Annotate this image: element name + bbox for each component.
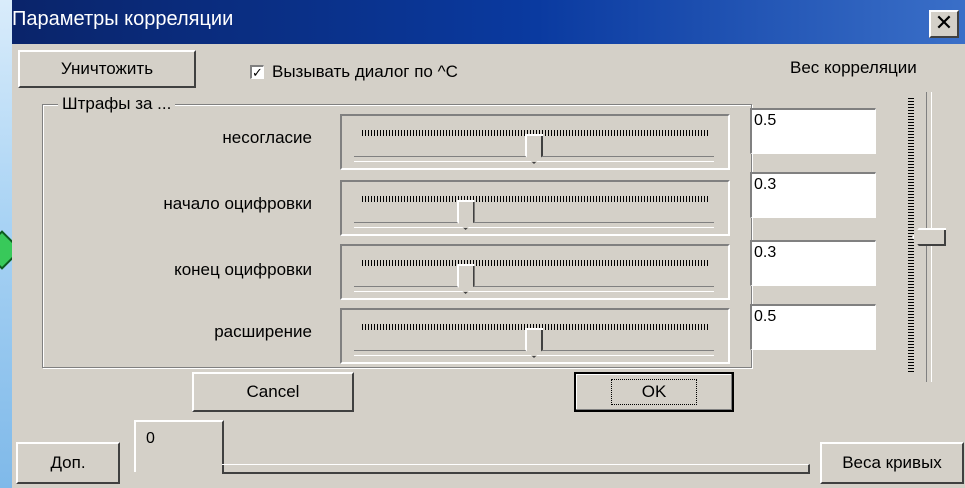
penalty-label-disagreement: несогласие xyxy=(222,128,312,147)
penalty-slider-expansion[interactable] xyxy=(340,308,730,364)
penalty-label-digitize-end: конец оцифровки xyxy=(174,260,312,279)
show-dialog-checkbox-row[interactable]: ✓ Вызывать диалог по ^C xyxy=(250,62,458,82)
penalty-value-digitize-end[interactable]: 0.3 xyxy=(750,240,876,286)
penalties-group-title: Штрафы за ... xyxy=(58,94,176,114)
tab-strip-border xyxy=(222,464,810,474)
title-bar[interactable]: Параметры корреляции ✕ xyxy=(12,0,965,44)
ok-button-label: OK xyxy=(610,379,698,405)
tab-strip: 0 xyxy=(134,420,810,474)
slider-ticks xyxy=(362,196,708,202)
show-dialog-checkbox-label: Вызывать диалог по ^C xyxy=(272,62,458,81)
penalty-slider-digitize-end[interactable] xyxy=(340,244,730,300)
close-button[interactable]: ✕ xyxy=(929,10,959,38)
cancel-button[interactable]: Cancel xyxy=(192,372,354,412)
destroy-button[interactable]: Уничтожить xyxy=(18,50,196,88)
slider-track xyxy=(354,286,714,292)
tab-0[interactable]: 0 xyxy=(134,420,224,472)
penalty-slider-disagreement[interactable] xyxy=(340,114,730,170)
extra-button[interactable]: Доп. xyxy=(16,442,120,484)
slider-ticks xyxy=(362,260,708,266)
penalty-value-digitize-start[interactable]: 0.3 xyxy=(750,172,876,218)
vertical-slider-thumb[interactable] xyxy=(912,228,946,246)
slider-track xyxy=(354,222,714,228)
checkmark-icon[interactable]: ✓ xyxy=(250,65,264,79)
window-title: Параметры корреляции xyxy=(12,8,234,30)
correlation-weight-slider[interactable] xyxy=(900,92,952,384)
penalty-label-expansion: расширение xyxy=(214,322,312,341)
curve-weights-button[interactable]: Веса кривых xyxy=(820,442,964,484)
penalty-value-expansion[interactable]: 0.5 xyxy=(750,304,876,350)
close-icon: ✕ xyxy=(934,10,954,35)
correlation-parameters-dialog: Параметры корреляции ✕ Уничтожить ✓ Вызы… xyxy=(12,0,965,488)
ok-button[interactable]: OK xyxy=(574,372,734,412)
penalty-value-disagreement[interactable]: 0.5 xyxy=(750,108,876,154)
correlation-weight-label: Вес корреляции xyxy=(790,58,917,77)
penalty-label-digitize-start: начало оцифровки xyxy=(163,194,312,213)
penalty-slider-digitize-start[interactable] xyxy=(340,180,730,236)
